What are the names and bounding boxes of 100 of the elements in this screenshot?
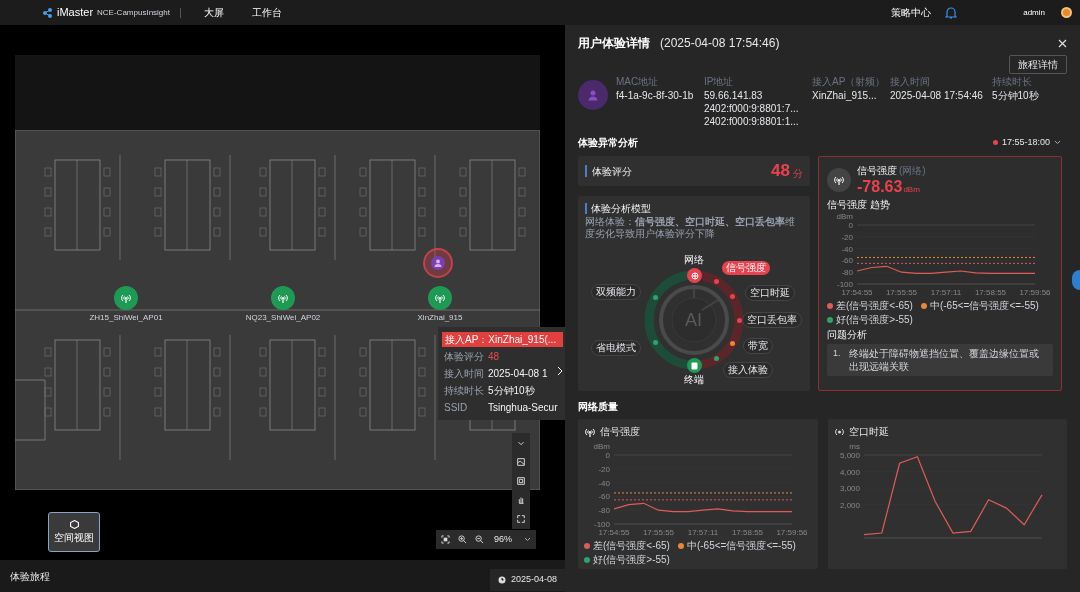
field-value: 2025-04-08 17:54:46 (890, 90, 984, 101)
fit-view-icon[interactable] (441, 535, 450, 544)
tooltip-value: 2025-04-08 1 (488, 367, 548, 381)
logo-icon (42, 6, 54, 19)
tooltip-label: SSID (443, 401, 469, 415)
legend-label: 中(-65<=信号强度<=-55) (686, 539, 796, 552)
field-value: 5分钟10秒 (992, 90, 1040, 101)
factor-tag[interactable]: 双频能力 (591, 284, 641, 300)
model-description: 网络体验：信号强度、空口时延、空口丢包率维度劣化导致用户体验评分下降 (584, 216, 796, 240)
space-view-button[interactable]: 空间视图 (48, 512, 100, 552)
axis-title: dBm (593, 442, 610, 451)
person-icon (431, 256, 445, 270)
field-label: 持续时长 (992, 76, 1033, 88)
tick-label: 3,000 (839, 484, 860, 494)
tick-label: -80 (598, 506, 610, 516)
metric-value: -78.63 (857, 178, 903, 195)
access-point-label: XinZhai_915 (417, 312, 463, 324)
nav-link[interactable]: 工作台 (252, 5, 282, 20)
tick-label: 17:59:56 (776, 528, 808, 537)
tick-label: -40 (598, 478, 610, 488)
app-name: iMaster (57, 5, 94, 21)
field-value: 2402:f000:9:8801:1... (704, 116, 800, 127)
section-title: 问题分析 (827, 329, 868, 341)
card-title: 体验分析模型 (591, 202, 651, 216)
tick-label: 0 (848, 221, 853, 230)
field-value: 59.66.141.83 (704, 90, 764, 101)
date-picker[interactable]: 2025-04-08 (489, 569, 565, 591)
axis-title: dBm (836, 212, 853, 221)
tick-label: -40 (841, 244, 853, 254)
user-location-marker[interactable] (423, 248, 453, 278)
legend-label: 好(信号强度>-55) (593, 553, 670, 566)
period-selector[interactable]: 17:55-18:00 (992, 135, 1061, 150)
zoom-in-icon[interactable] (458, 535, 467, 544)
tick-label: 2,000 (839, 500, 860, 510)
factor-tag[interactable]: 带宽 (743, 338, 773, 354)
tooltip-label: 持续时长 (443, 384, 485, 398)
metric-qualifier: (网络) (899, 164, 926, 178)
tick-label: 17:57:11 (930, 288, 962, 297)
zoom-out-icon[interactable] (475, 535, 484, 544)
metric-title: 信号强度 (857, 164, 897, 178)
score-unit: 分 (793, 166, 803, 181)
access-point-label: ZH15_ShiWei_AP01 (89, 312, 163, 324)
tooltip-value: 5分钟10秒 (488, 384, 535, 398)
factor-tag[interactable]: 空口丢包率 (742, 312, 802, 328)
user-avatar-icon (578, 80, 608, 110)
section-title: 体验异常分析 (578, 136, 638, 150)
card-title: 信号强度 (600, 425, 640, 439)
issue-index: 1. (833, 347, 841, 360)
tick-label: 17:58:55 (974, 288, 1007, 297)
avatar-icon[interactable] (1061, 7, 1072, 18)
nav-link[interactable]: 策略中心 (891, 5, 932, 20)
tick-label: -100 (594, 520, 610, 529)
tick-label: 17:55:55 (642, 528, 675, 537)
legend-label: 差(信号强度<-65) (593, 539, 670, 552)
network-node-icon (687, 268, 702, 283)
tick-label: -20 (598, 464, 610, 474)
chart-title: 信号强度 趋势 (827, 199, 891, 211)
panel-timestamp: (2025-04-08 17:54:46) (660, 35, 780, 52)
journey-detail-button[interactable]: 旅程详情 (1009, 55, 1067, 74)
section-title: 体验旅程 (10, 569, 50, 584)
field-label: IP地址 (704, 76, 735, 88)
chevron-right-icon[interactable] (556, 365, 564, 377)
field-value: XinZhai_915... (812, 90, 878, 101)
tick-label: 17:54:55 (841, 288, 873, 297)
card-title: 体验评分 (592, 164, 632, 179)
tick-label: 5,000 (839, 451, 860, 460)
tooltip-value: Tsinghua-Secur (488, 401, 558, 415)
legend-label: 差(信号强度<-65) (836, 299, 913, 312)
tick-label: -20 (841, 232, 853, 242)
zoom-level: 96% (494, 532, 512, 546)
frame-icon[interactable] (516, 475, 526, 487)
tick-label: -60 (598, 492, 610, 502)
image-icon[interactable] (516, 456, 526, 468)
issue-text: 终端处于障碍物遮挡位置、覆盖边缘位置或出现远端关联 (848, 347, 1040, 373)
field-value: f4-1a-9c-8f-30-1b (616, 90, 695, 101)
access-point-label: NQ23_ShiWei_AP02 (245, 312, 321, 324)
chevron-down-icon[interactable] (1054, 140, 1061, 145)
factor-tag[interactable]: 空口时延 (745, 285, 795, 301)
antenna-icon (120, 292, 132, 304)
chevron-down-icon[interactable] (524, 537, 531, 542)
score-value: 48 (771, 160, 790, 183)
antenna-icon (277, 292, 289, 304)
factor-tag[interactable]: 省电模式 (591, 340, 641, 356)
tick-label: 0 (605, 451, 610, 460)
tick-label: -80 (841, 268, 853, 278)
tooltip-label: 体验评分 (443, 350, 485, 364)
bell-icon[interactable] (945, 6, 958, 19)
user-name[interactable]: admin (1023, 6, 1045, 19)
tick-label: -60 (841, 256, 853, 266)
axis-title: ms (848, 442, 860, 451)
factor-tag[interactable]: 接入体验 (723, 362, 773, 378)
field-label: 接入AP（射频） (812, 76, 887, 88)
field-label: 接入时间 (890, 76, 931, 88)
close-icon[interactable] (1058, 38, 1067, 48)
factor-tag[interactable]: 信号强度 (722, 261, 770, 275)
node-label: 终端 (684, 374, 704, 386)
section-title: 网络质量 (578, 400, 619, 414)
antenna-icon (434, 292, 446, 304)
nav-link[interactable]: 大屏 (204, 5, 224, 20)
fullscreen-icon[interactable] (516, 513, 526, 525)
